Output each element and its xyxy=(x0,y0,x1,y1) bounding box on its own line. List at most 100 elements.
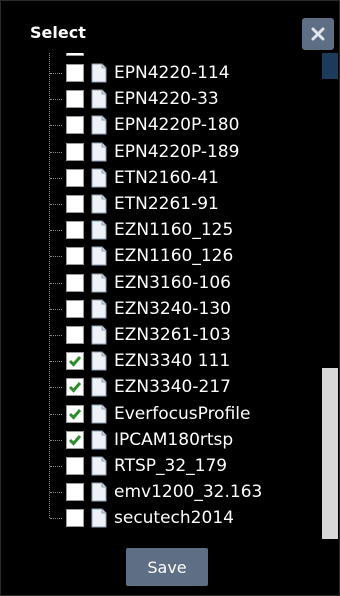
document-icon xyxy=(91,482,107,502)
item-label[interactable]: EPN4220P-189 xyxy=(114,141,239,163)
checkbox[interactable] xyxy=(66,142,84,161)
checkbox[interactable] xyxy=(66,195,84,213)
checkmark-icon xyxy=(68,356,82,367)
tree-row[interactable]: ETN2261-91 xyxy=(11,192,311,218)
tree-row[interactable]: EZN3261-103 xyxy=(11,323,311,349)
checkmark-icon xyxy=(68,408,82,420)
document-icon xyxy=(91,142,107,162)
tree-row[interactable]: EZN1160_125 xyxy=(11,218,311,244)
checkbox[interactable] xyxy=(66,64,84,82)
tree-branch-line xyxy=(50,256,62,258)
document-icon xyxy=(91,63,107,83)
scrollbar-up-arrow[interactable] xyxy=(322,53,338,79)
tree-branch-line xyxy=(50,492,62,494)
tree-row[interactable]: EZN1160_126 xyxy=(11,244,311,270)
document-icon xyxy=(91,325,107,345)
scrollbar-thumb[interactable] xyxy=(322,368,338,539)
tree-branch-line xyxy=(50,466,62,467)
document-icon xyxy=(91,351,107,371)
tree-branch-line xyxy=(50,99,62,101)
tree-branch-line xyxy=(50,308,62,310)
item-label[interactable]: EZN3160-106 xyxy=(114,272,231,294)
document-icon xyxy=(91,115,107,135)
document-icon xyxy=(91,430,107,450)
checkmark-icon xyxy=(68,382,82,394)
document-icon xyxy=(91,377,107,397)
tree-branch-line xyxy=(50,73,62,74)
checkbox[interactable] xyxy=(66,221,84,240)
item-label[interactable]: EPN4220P-180 xyxy=(114,114,239,136)
checkbox[interactable] xyxy=(66,299,84,318)
tree-branch-line xyxy=(50,361,62,363)
document-icon xyxy=(91,404,107,424)
item-label[interactable]: ETN2261-91 xyxy=(114,193,219,215)
checkbox[interactable] xyxy=(66,168,84,187)
tree-row[interactable]: EZN3340-217 xyxy=(11,375,311,401)
tree-branch-line xyxy=(50,230,62,232)
tree-branch-line xyxy=(50,282,62,284)
item-label[interactable]: IPCAM180rtsp xyxy=(114,429,233,451)
tree-row[interactable]: EZN3160-106 xyxy=(11,271,311,297)
checkbox-checked[interactable] xyxy=(66,404,84,423)
item-label[interactable]: EPN4220-33 xyxy=(114,88,219,110)
checkbox[interactable] xyxy=(66,90,84,109)
document-icon xyxy=(91,508,107,528)
checkbox-checked[interactable] xyxy=(66,378,84,397)
item-label[interactable]: EZN1160_125 xyxy=(114,219,233,241)
tree-row[interactable]: EZN3240-130 xyxy=(11,297,311,323)
tree-branch-line xyxy=(50,151,62,153)
checkbox[interactable] xyxy=(66,247,84,266)
checkmark-icon xyxy=(68,434,82,446)
item-label[interactable]: EPN4220-114 xyxy=(114,62,230,84)
item-label[interactable]: ETN2160-41 xyxy=(114,167,219,189)
tree-row[interactable]: IPCAM180rtsp xyxy=(11,428,311,454)
tree-row[interactable]: ETN2160-41 xyxy=(11,166,311,192)
document-icon xyxy=(91,246,107,266)
item-label[interactable]: secutech2014 xyxy=(114,507,234,529)
tree-row[interactable]: emv1200_32.163 xyxy=(11,480,311,506)
document-icon xyxy=(91,220,107,240)
tree-branch-line xyxy=(50,204,62,205)
item-label[interactable]: EZN3340-217 xyxy=(114,376,231,398)
tree-branch-line xyxy=(50,177,62,179)
checkbox[interactable] xyxy=(66,273,84,292)
close-icon xyxy=(311,27,325,41)
dialog-title: Select xyxy=(30,23,86,42)
save-button[interactable]: Save xyxy=(126,548,208,586)
item-label[interactable]: RTSP_32_179 xyxy=(114,455,227,477)
tree-branch-line xyxy=(50,387,62,389)
item-label[interactable]: EZN1160_126 xyxy=(114,245,233,267)
checkbox[interactable] xyxy=(66,457,84,475)
checkbox-checked[interactable] xyxy=(66,352,84,371)
checkbox[interactable] xyxy=(66,53,84,56)
item-label[interactable]: emv1200_32.163 xyxy=(114,481,262,503)
checkbox[interactable] xyxy=(66,483,84,502)
tree-row[interactable]: EPN4220-114 xyxy=(11,61,311,87)
document-icon xyxy=(91,168,107,188)
tree-row[interactable]: EZN3340 111 xyxy=(11,349,311,375)
dialog-titlebar: Select xyxy=(1,1,339,53)
tree-row[interactable]: EPN4220P-189 xyxy=(11,140,311,166)
checkbox[interactable] xyxy=(66,326,84,344)
select-dialog: Select EPN4220-114 EPN4220-33 EPN4220P-180… xyxy=(0,0,340,596)
tree-row-partial xyxy=(11,53,311,61)
tree-branch-line xyxy=(50,335,62,336)
tree-branch-line xyxy=(50,439,62,441)
profile-tree-list[interactable]: EPN4220-114 EPN4220-33 EPN4220P-180 EPN4220… xyxy=(11,53,338,539)
tree-branch-line xyxy=(50,413,62,415)
item-label[interactable]: EverfocusProfile xyxy=(114,403,250,425)
tree-row[interactable]: secutech2014 xyxy=(11,506,311,532)
close-button[interactable] xyxy=(302,18,334,50)
checkbox[interactable] xyxy=(66,509,84,528)
document-icon xyxy=(91,273,107,293)
item-label[interactable]: EZN3340 111 xyxy=(114,350,230,372)
tree-row[interactable]: RTSP_32_179 xyxy=(11,454,311,480)
tree-row[interactable]: EverfocusProfile xyxy=(11,402,311,428)
tree-row[interactable]: EPN4220-33 xyxy=(11,87,311,113)
item-label[interactable]: EZN3240-130 xyxy=(114,298,231,320)
document-icon xyxy=(91,194,107,214)
item-label[interactable]: EZN3261-103 xyxy=(114,324,231,346)
checkbox-checked[interactable] xyxy=(66,430,84,449)
checkbox[interactable] xyxy=(66,116,84,135)
tree-row[interactable]: EPN4220P-180 xyxy=(11,113,311,139)
